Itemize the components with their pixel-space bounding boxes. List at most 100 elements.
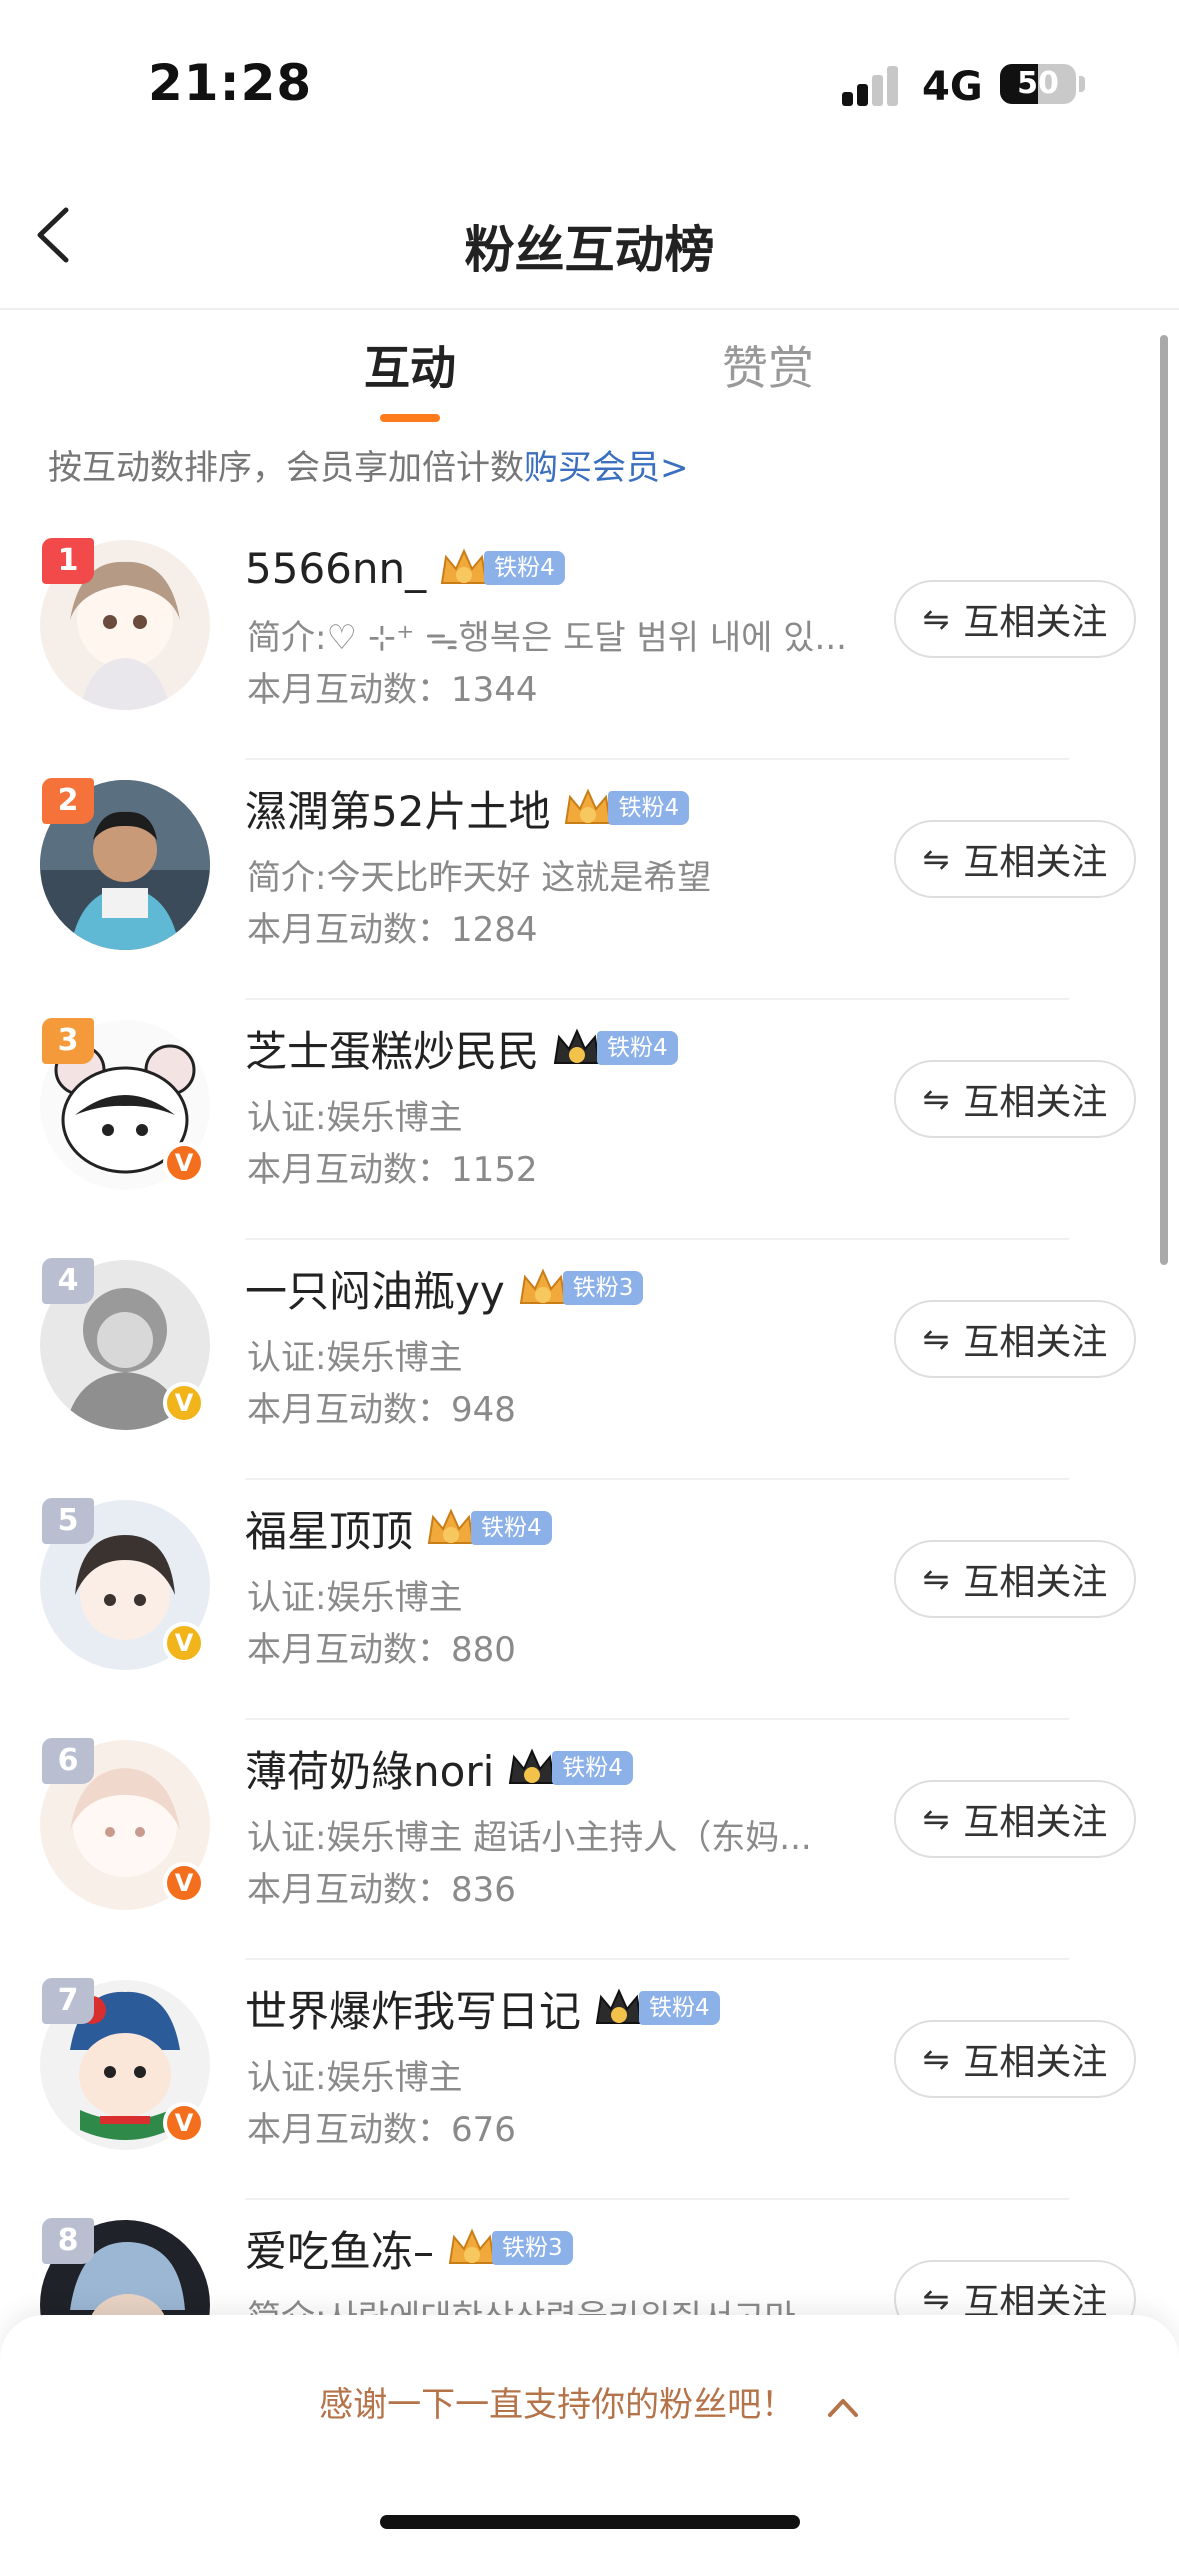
name-line: 濕潤第52片土地 铁粉4: [245, 778, 690, 839]
follow-label: 互相关注: [963, 842, 1108, 883]
fan-level-badge: 铁粉3: [446, 2225, 573, 2271]
crown-icon: [509, 1748, 556, 1784]
fan-row[interactable]: 6 V 薄荷奶綠nori 铁粉4 认证:娱乐博主 超话小主持人（东妈... 本月…: [0, 1720, 1179, 1960]
verified-badge-icon: V: [163, 1622, 205, 1664]
fan-level-tag: 铁粉4: [608, 791, 690, 825]
fan-name[interactable]: 5566nn_: [245, 544, 426, 593]
rank-badge: 3: [42, 1018, 94, 1064]
mutual-follow-button[interactable]: ⇋ 互相关注: [894, 580, 1136, 658]
tab-interaction[interactable]: 互动: [310, 332, 510, 398]
fan-name[interactable]: 福星顶顶: [245, 1498, 413, 1559]
mutual-follow-icon: ⇋: [922, 600, 950, 638]
chevron-up-icon: [827, 2398, 858, 2417]
follow-label: 互相关注: [963, 2042, 1108, 2083]
fan-row[interactable]: 2 濕潤第52片土地 铁粉4 简介:今天比昨天好 这就是希望 本月互动数：128…: [0, 760, 1179, 1000]
rank-badge: 8: [42, 2218, 94, 2264]
network-type: 4G: [922, 64, 983, 110]
battery-level: 50: [1017, 66, 1059, 101]
fan-level-tag: 铁粉4: [639, 1991, 720, 2025]
battery-icon: 50: [1000, 64, 1076, 104]
interaction-count: 本月互动数：1152: [247, 1150, 538, 1190]
fan-level-tag: 铁粉4: [597, 1031, 678, 1065]
fan-name[interactable]: 世界爆炸我写日记: [245, 1978, 581, 2039]
thank-fans-label: 感谢一下一直支持你的粉丝吧！: [319, 2385, 796, 2425]
fan-level-badge: 铁粉4: [551, 1025, 678, 1071]
fan-row[interactable]: 1 5566nn_ 铁粉4 简介:♡ ⊹⁺ ᯓ행복은 도달 범위 내에 있...…: [0, 520, 1179, 760]
mutual-follow-icon: ⇋: [922, 2040, 950, 2078]
follow-label: 互相关注: [963, 1562, 1108, 1603]
crown-icon: [595, 1988, 643, 2024]
nav-bar: 粉丝互动榜: [0, 160, 1179, 310]
fan-description: 简介:♡ ⊹⁺ ᯓ행복은 도달 범위 내에 있...: [247, 618, 847, 658]
fan-level-tag: 铁粉4: [552, 1751, 633, 1785]
mutual-follow-icon: ⇋: [922, 2280, 950, 2318]
fan-row[interactable]: 3 V 芝士蛋糕炒民民 铁粉4 认证:娱乐博主 本月互动数：1152 ⇋ 互相关…: [0, 1000, 1179, 1240]
fan-level-tag: 铁粉3: [562, 1271, 644, 1305]
crown-icon: [553, 1028, 601, 1064]
rank-badge: 2: [42, 778, 94, 824]
verified-badge-icon: V: [163, 1862, 205, 1904]
fan-level-badge: 铁粉4: [506, 1745, 633, 1791]
fan-row[interactable]: 7 V 世界爆炸我写日记 铁粉4 认证:娱乐博主 本月互动数：676 ⇋ 互相关…: [0, 1960, 1179, 2200]
rank-badge: 7: [42, 1978, 94, 2024]
interaction-count: 本月互动数：880: [247, 1630, 516, 1670]
verified-badge-icon: V: [163, 1382, 205, 1424]
fan-name[interactable]: 芝士蛋糕炒民民: [245, 1018, 539, 1079]
interaction-count: 本月互动数：1344: [247, 670, 538, 710]
mutual-follow-button[interactable]: ⇋ 互相关注: [894, 1060, 1136, 1138]
fan-row[interactable]: 5 V 福星顶顶 铁粉4 认证:娱乐博主 本月互动数：880 ⇋ 互相关注: [0, 1480, 1179, 1720]
sort-hint-text: 按互动数排序，会员享加倍计数: [48, 448, 524, 488]
sort-hint: 按互动数排序，会员享加倍计数购买会员>: [48, 440, 689, 489]
name-line: 一只闷油瓶yy 铁粉3: [245, 1258, 644, 1319]
mutual-follow-button[interactable]: ⇋ 互相关注: [894, 1540, 1136, 1618]
mutual-follow-button[interactable]: ⇋ 互相关注: [894, 2020, 1136, 2098]
interaction-count: 本月互动数：676: [247, 2110, 516, 2150]
status-time: 21:28: [148, 54, 313, 112]
verified-badge-icon: V: [163, 2102, 205, 2144]
fan-level-badge: 铁粉4: [438, 545, 565, 591]
mutual-follow-icon: ⇋: [922, 1560, 950, 1598]
crown-icon: [448, 2228, 496, 2264]
crown-icon: [519, 1268, 566, 1304]
fan-row[interactable]: 4 V 一只闷油瓶yy 铁粉3 认证:娱乐博主 本月互动数：948 ⇋ 互相关注: [0, 1240, 1179, 1480]
follow-label: 互相关注: [963, 1082, 1108, 1123]
interaction-count: 本月互动数：836: [247, 1870, 516, 1910]
fan-level-badge: 铁粉3: [517, 1265, 644, 1311]
name-line: 芝士蛋糕炒民民 铁粉4: [245, 1018, 678, 1078]
fan-level-tag: 铁粉4: [471, 1511, 552, 1545]
interaction-count: 本月互动数：948: [247, 1390, 516, 1430]
mutual-follow-icon: ⇋: [922, 1080, 950, 1118]
signal-icon: [842, 64, 900, 106]
fan-name[interactable]: 濕潤第52片土地: [245, 778, 550, 839]
fan-description: 认证:娱乐博主: [247, 1098, 463, 1138]
battery-cap: [1079, 76, 1085, 92]
mutual-follow-button[interactable]: ⇋ 互相关注: [894, 1300, 1136, 1378]
rank-badge: 6: [42, 1738, 94, 1784]
mutual-follow-icon: ⇋: [922, 840, 950, 878]
follow-label: 互相关注: [963, 602, 1108, 643]
fan-description: 认证:娱乐博主: [247, 1338, 463, 1378]
fan-level-badge: 铁粉4: [425, 1505, 552, 1551]
mutual-follow-button[interactable]: ⇋ 互相关注: [894, 820, 1136, 898]
fan-level-badge: 铁粉4: [593, 1985, 720, 2031]
fan-name[interactable]: 爱吃鱼冻–: [245, 2218, 434, 2279]
fan-level-tag: 铁粉4: [484, 551, 565, 585]
fan-description: 认证:娱乐博主: [247, 1578, 463, 1618]
fan-name[interactable]: 一只闷油瓶yy: [245, 1258, 505, 1319]
fan-level-tag: 铁粉3: [492, 2231, 573, 2265]
mutual-follow-icon: ⇋: [922, 1320, 950, 1358]
mutual-follow-icon: ⇋: [922, 1800, 950, 1838]
fan-name[interactable]: 薄荷奶綠nori: [245, 1738, 494, 1799]
page-title: 粉丝互动榜: [464, 221, 715, 279]
buy-membership-link[interactable]: 购买会员>: [524, 448, 689, 488]
follow-label: 互相关注: [963, 1322, 1108, 1363]
follow-label: 互相关注: [963, 1802, 1108, 1843]
tab-appreciation[interactable]: 赞赏: [668, 332, 868, 398]
mutual-follow-button[interactable]: ⇋ 互相关注: [894, 1780, 1136, 1858]
fan-level-badge: 铁粉4: [562, 785, 690, 831]
tab-active-indicator: [380, 414, 440, 422]
thank-fans-button[interactable]: 感谢一下一直支持你的粉丝吧！: [0, 2377, 1179, 2426]
home-indicator[interactable]: [380, 2515, 800, 2529]
crown-icon: [565, 788, 612, 824]
verified-badge-icon: V: [163, 1142, 205, 1184]
